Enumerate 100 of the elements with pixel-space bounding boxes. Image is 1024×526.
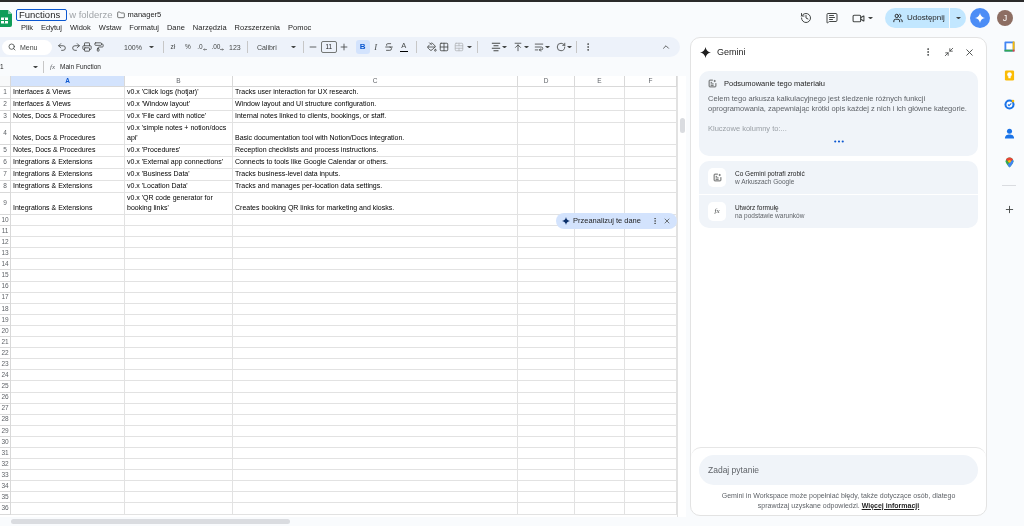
empty-cell [575,303,625,315]
empty-cell [518,111,575,123]
empty-cell [518,447,575,460]
calendar-icon[interactable] [1003,40,1015,52]
bold-button[interactable]: B [355,40,370,54]
scrollbar-thumb[interactable] [11,519,290,524]
empty-cell [575,492,625,504]
empty-cell [575,381,625,393]
plus-icon[interactable] [338,42,349,52]
empty-cell [518,425,575,437]
title-field[interactable]: Functions [16,9,68,21]
caret-icon[interactable] [523,45,529,49]
empty-cell [575,481,625,493]
people-icon [893,13,903,23]
caret-icon[interactable] [466,45,472,49]
empty-cell [575,292,625,304]
empty-cell [575,370,625,382]
empty-cell [518,145,575,157]
empty-cell [575,447,625,460]
empty-cell [518,381,575,393]
empty-cell [518,270,575,282]
empty-cell [518,503,575,515]
collapse-toolbar-icon[interactable] [661,42,671,52]
question-input[interactable]: Zadaj pytanie [699,455,978,485]
empty-cell [518,325,575,338]
empty-cell [518,99,575,111]
empty-cell [518,481,575,493]
paint-roller-icon[interactable] [94,42,104,52]
borders-icon[interactable] [438,42,449,52]
check-circle-icon[interactable] [1003,98,1015,110]
italic-button[interactable]: I [369,40,382,54]
empty-cell [575,459,625,471]
caret-icon[interactable] [868,16,873,20]
arrow-right-icon [220,47,225,51]
empty-cell [518,492,575,504]
empty-cell [575,87,625,99]
person-icon[interactable] [1003,127,1015,139]
empty-cell [575,348,625,360]
empty-cell [575,359,625,371]
plus-icon[interactable] [1003,203,1015,215]
caret-icon [148,45,154,49]
merge-cells-icon[interactable] [453,42,464,52]
empty-cell [518,392,575,404]
empty-cell [575,325,625,338]
history-icon[interactable] [800,12,812,24]
comment-icon[interactable] [826,12,838,24]
empty-cell [575,425,625,437]
empty-cell [518,370,575,382]
sparkle-icon [700,46,711,58]
gemini-button[interactable] [970,8,990,28]
empty-cell [575,237,625,249]
close-icon[interactable] [663,217,671,225]
empty-cell [518,123,575,145]
more-options-icon[interactable] [651,217,659,225]
empty-cell [575,111,625,123]
empty-cell [575,281,625,293]
empty-cell [518,292,575,304]
empty-cell [575,470,625,482]
empty-cell [575,259,625,271]
folder-icon [116,11,125,19]
more-dots-icon[interactable] [833,139,844,143]
caret-icon[interactable] [501,45,507,49]
map-pin-icon[interactable] [1003,156,1015,168]
paint-bucket-icon[interactable] [426,42,437,52]
close-icon[interactable] [964,46,975,58]
empty-cell [575,123,625,145]
vertical-align-icon[interactable] [512,42,523,52]
empty-cell [518,359,575,371]
empty-cell [575,248,625,260]
redo-icon[interactable] [71,42,81,52]
empty-cell [575,157,625,169]
spreadsheet-icon[interactable] [0,10,12,27]
align-icon[interactable] [490,42,501,52]
empty-cell [518,281,575,293]
strikethrough-button[interactable] [382,40,395,54]
avatar[interactable]: J [997,10,1013,26]
collapse-icon[interactable] [944,47,954,57]
empty-cell [575,99,625,111]
caret-icon [290,45,296,49]
caret-icon[interactable] [544,45,550,49]
strikethrough-icon [383,42,394,52]
empty-cell [518,248,575,260]
empty-cell [518,169,575,181]
caret-icon[interactable] [566,45,572,49]
arrow-left-icon [202,47,207,51]
undo-icon[interactable] [57,42,67,52]
empty-cell [518,403,575,415]
empty-cell [575,169,625,181]
share-menu-button[interactable] [950,8,966,28]
empty-cell [518,436,575,448]
empty-cell [518,459,575,471]
empty-cell [575,145,625,157]
share-button[interactable]: Udostępnij [885,8,949,28]
empty-cell [518,87,575,99]
caret-icon[interactable] [33,65,38,69]
rotate-icon[interactable] [555,42,566,52]
empty-cell [518,348,575,360]
print-icon[interactable] [82,42,92,52]
empty-cell [575,436,625,448]
scrollbar-thumb[interactable] [679,118,685,133]
